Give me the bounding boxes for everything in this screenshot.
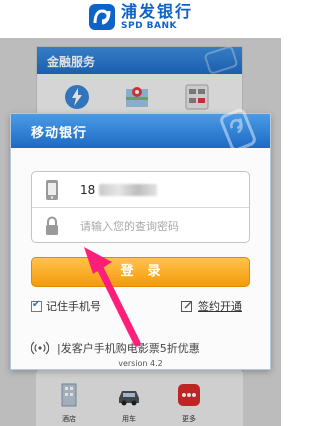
brand-name-en: SPD BANK: [121, 21, 178, 31]
signup-link[interactable]: 签约开通: [181, 298, 242, 314]
remember-phone-label: 记住手机号: [46, 300, 101, 313]
login-dialog: 移动银行 18 请输入您的查询密码 登录 ✔ 记住手机号 签约开通 |发客户手机…: [10, 108, 271, 370]
password-placeholder: 请输入您的查询密码: [80, 220, 179, 233]
promo-text: |发客户手机购电影票5折优惠: [57, 342, 200, 355]
promo-banner[interactable]: |发客户手机购电影票5折优惠: [31, 340, 256, 356]
login-form: 18 请输入您的查询密码: [31, 171, 250, 243]
checkbox-checked-icon[interactable]: [31, 299, 42, 312]
brand-name-cn: 浦发银行: [121, 2, 194, 21]
app-version: version 4.2: [118, 359, 163, 368]
brand: 浦发银行 SPD BANK: [88, 3, 193, 31]
remember-phone-checkbox[interactable]: 记住手机号: [31, 298, 101, 314]
login-dialog-title: 移动银行: [31, 126, 88, 141]
edit-icon: [181, 301, 192, 312]
spd-logo-icon: [89, 4, 115, 30]
broadcast-icon: [31, 341, 49, 355]
login-dialog-header: 移动银行: [11, 108, 270, 152]
phone-field[interactable]: 18: [32, 172, 249, 208]
lock-icon: [46, 216, 58, 235]
login-button[interactable]: 登录: [31, 257, 250, 287]
redacted-phone-digits: [99, 183, 158, 196]
phone-icon: [46, 179, 58, 200]
phone-watermark-icon: [220, 108, 256, 152]
password-field[interactable]: 请输入您的查询密码: [32, 208, 249, 244]
brand-header: 浦发银行 SPD BANK: [0, 0, 281, 38]
signup-link-label: 签约开通: [198, 300, 242, 313]
phone-field-value: 18: [80, 182, 96, 197]
